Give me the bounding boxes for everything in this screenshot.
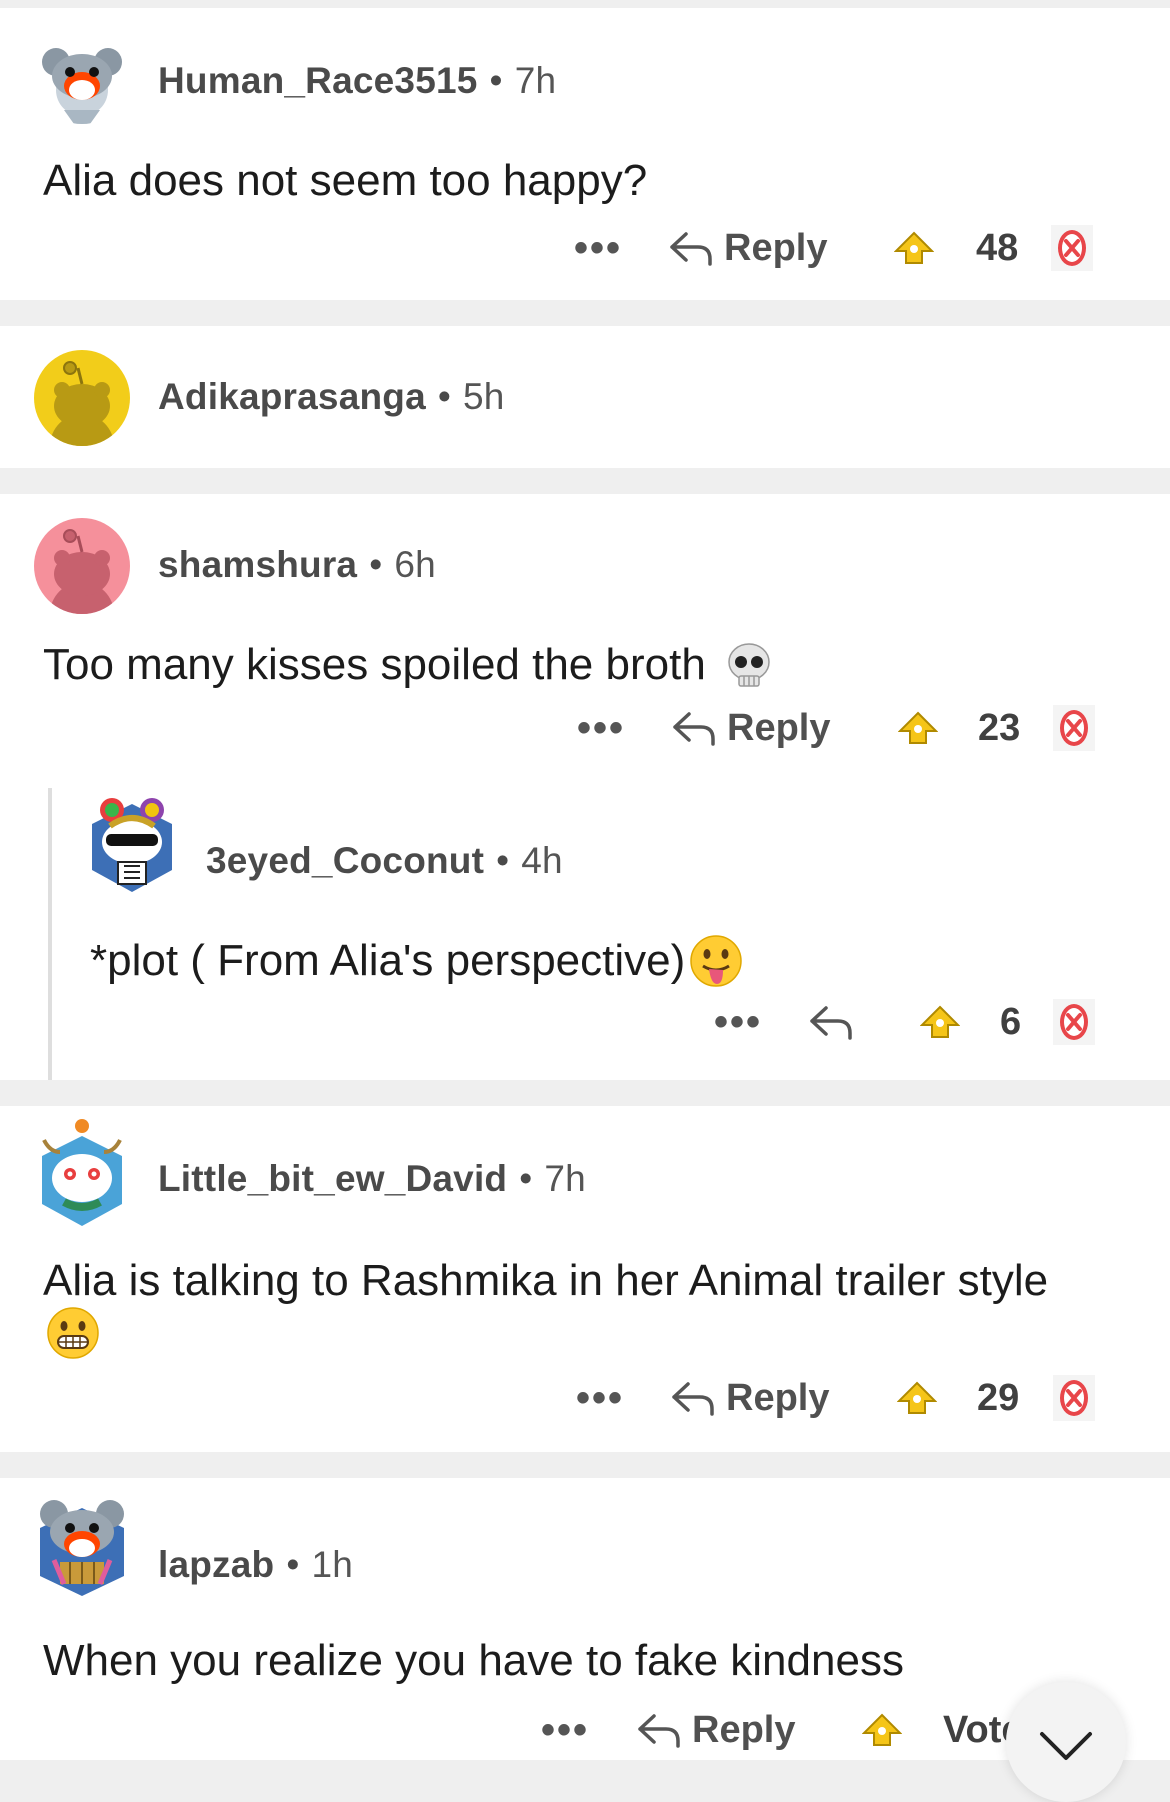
snoo-avatar-icon [42, 1119, 122, 1226]
vote-score: 6 [1000, 1000, 1022, 1043]
comment-text: Too many kisses spoiled the broth [43, 628, 774, 702]
downvote-icon [1050, 224, 1094, 272]
upvote-award-icon [894, 231, 934, 265]
comment-card: Little_bit_ew_David • 7h Alia is talking t… [0, 1106, 1170, 1452]
comment-meta: Adikaprasanga • 5h [158, 376, 505, 418]
timestamp: 7h [544, 1158, 586, 1199]
avatar[interactable] [36, 1116, 128, 1228]
comment-text: Alia does not seem too happy? [43, 156, 648, 205]
snoo-avatar-icon [42, 48, 122, 124]
username[interactable]: Little_bit_ew_David [158, 1158, 507, 1199]
comment-meta: shamshura • 6h [158, 544, 436, 586]
reply-button[interactable]: Reply [670, 1368, 829, 1428]
timestamp: 1h [311, 1544, 354, 1585]
upvote-award-icon [920, 1005, 960, 1039]
comment-meta: Human_Race3515 • 7h [158, 60, 556, 102]
reply-arrow-icon [671, 708, 717, 748]
comment-card: Human_Race3515 • 7h Alia does not seem too… [0, 8, 1170, 300]
username[interactable]: lapzab [158, 1544, 274, 1585]
upvote-button[interactable] [897, 1368, 937, 1428]
timestamp: 7h [514, 60, 557, 101]
downvote-button[interactable] [1050, 218, 1094, 278]
comment-actions: ••• Reply 29 [0, 1368, 1170, 1428]
comment-meta: 3eyed_Coconut • 4h [206, 840, 563, 882]
separator: • [496, 840, 510, 881]
separator: • [489, 60, 503, 101]
comment-text-content: *plot ( From Alia's perspective) [90, 936, 686, 985]
reply-button[interactable]: Reply [636, 1700, 795, 1760]
upvote-award-icon [897, 1381, 937, 1415]
downvote-button[interactable] [1052, 698, 1096, 758]
reply-button[interactable]: Reply [671, 698, 830, 758]
reply-arrow-icon [636, 1710, 682, 1750]
scroll-down-button[interactable] [1006, 1682, 1126, 1802]
comment-text: Alia is talking to Rashmika in her Anima… [43, 1256, 1049, 1305]
more-options-icon[interactable]: ••• [541, 1700, 589, 1760]
upvote-award-icon [898, 711, 938, 745]
snoo-avatar-icon [50, 529, 114, 614]
snoo-avatar-icon [40, 1500, 124, 1596]
downvote-button[interactable] [1052, 992, 1096, 1052]
downvote-icon [1052, 704, 1096, 752]
more-options-icon[interactable]: ••• [714, 992, 762, 1052]
avatar[interactable] [34, 1488, 130, 1598]
upvote-button[interactable] [862, 1700, 902, 1760]
comment-actions: ••• Reply 23 [0, 698, 1170, 758]
avatar[interactable] [34, 28, 130, 124]
more-options-icon[interactable]: ••• [576, 1368, 624, 1428]
reply-label: Reply [727, 706, 831, 749]
comment-meta: Little_bit_ew_David • 7h [158, 1158, 586, 1200]
separator: • [437, 376, 452, 417]
vote-score: 29 [977, 1376, 1020, 1419]
snoo-avatar-icon [92, 798, 172, 892]
upvote-button[interactable] [920, 992, 960, 1052]
tongue-emoji-icon [689, 934, 743, 988]
avatar[interactable] [34, 350, 130, 446]
separator: • [519, 1158, 533, 1199]
comment-actions: ••• Reply Vote [0, 1700, 1170, 1760]
vote-score: 48 [976, 226, 1019, 269]
avatar[interactable] [34, 518, 130, 614]
username[interactable]: 3eyed_Coconut [206, 840, 484, 881]
downvote-button[interactable] [1052, 1368, 1096, 1428]
chevron-down-icon [1040, 1732, 1092, 1760]
reply-label: Reply [692, 1708, 796, 1751]
reply-button[interactable] [808, 992, 854, 1052]
comment-meta: lapzab • 1h [158, 1544, 353, 1586]
comment-text: When you realize you have to fake kindne… [43, 1636, 904, 1685]
separator: • [369, 544, 383, 585]
reply-arrow-icon [668, 228, 714, 268]
reply-label: Reply [724, 226, 828, 269]
comment-card: shamshura • 6h Too many kisses spoiled the… [0, 494, 1170, 1080]
timestamp: 4h [521, 840, 563, 881]
username[interactable]: shamshura [158, 544, 357, 585]
skull-emoji-icon [724, 640, 774, 690]
reply-arrow-icon [808, 1002, 854, 1042]
timestamp: 6h [394, 544, 436, 585]
downvote-icon [1052, 1374, 1096, 1422]
more-options-icon[interactable]: ••• [574, 218, 622, 278]
comment-card: Adikaprasanga • 5h [0, 326, 1170, 468]
comment-actions: ••• 6 [0, 992, 1170, 1052]
vote-score: 23 [978, 706, 1021, 749]
comment-text: *plot ( From Alia's perspective) [90, 924, 743, 998]
upvote-award-icon [862, 1713, 902, 1747]
more-options-icon[interactable]: ••• [577, 698, 625, 758]
timestamp: 5h [463, 376, 505, 417]
reply-arrow-icon [670, 1378, 716, 1418]
reply-button[interactable]: Reply [668, 218, 827, 278]
reply-label: Reply [726, 1376, 830, 1419]
comment-actions: ••• Reply 48 [0, 218, 1170, 278]
snoo-avatar-icon [50, 361, 114, 446]
separator: • [286, 1544, 300, 1585]
downvote-icon [1052, 998, 1096, 1046]
username[interactable]: Adikaprasanga [158, 376, 426, 417]
avatar[interactable] [86, 796, 178, 896]
grimace-emoji-icon [46, 1306, 100, 1360]
comment-card: lapzab • 1h When you realize you have to f… [0, 1478, 1170, 1760]
upvote-button[interactable] [894, 218, 934, 278]
upvote-button[interactable] [898, 698, 938, 758]
comment-text-content: Too many kisses spoiled the broth [43, 640, 706, 689]
username[interactable]: Human_Race3515 [158, 60, 478, 101]
